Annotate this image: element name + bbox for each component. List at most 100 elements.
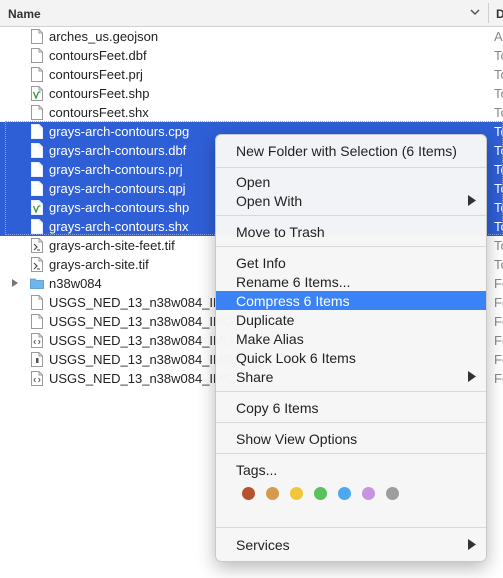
submenu-arrow-icon: [468, 371, 476, 382]
menu-item-open-with[interactable]: Open With: [216, 191, 486, 210]
file-date: To: [494, 86, 503, 101]
file-row[interactable]: contoursFeet.shx To: [0, 103, 503, 122]
file-date: Fe: [494, 314, 503, 329]
shapefile-icon: [31, 200, 43, 215]
menu-item-share[interactable]: Share: [216, 367, 486, 386]
file-row[interactable]: contoursFeet.prj To: [0, 65, 503, 84]
file-name: grays-arch-contours.dbf: [49, 143, 187, 158]
menu-item-get-info[interactable]: Get Info: [216, 253, 486, 272]
menu-item-label: Duplicate: [236, 312, 295, 328]
generic-file-icon: [31, 295, 43, 310]
folder-icon: [30, 278, 44, 289]
file-name: contoursFeet.shp: [49, 86, 150, 101]
file-date: Fe: [494, 352, 503, 367]
file-name: grays-arch-site-feet.tif: [49, 238, 175, 253]
menu-item-show-view-options[interactable]: Show View Options: [216, 429, 486, 448]
file-date: To: [494, 143, 503, 158]
column-header: Name D: [0, 0, 503, 27]
menu-item-label: Quick Look 6 Items: [236, 350, 356, 366]
menu-item-label: Rename 6 Items...: [236, 274, 351, 290]
file-date: Au: [494, 29, 503, 44]
file-name: USGS_NED_13_n38w084_IMG: [49, 371, 234, 386]
menu-item-label: Open: [236, 174, 271, 190]
menu-item-label: New Folder with Selection (6 Items): [236, 143, 457, 159]
menu-item-services[interactable]: Services: [216, 535, 486, 554]
file-name: arches_us.geojson: [49, 29, 159, 44]
shapefile-icon: [31, 86, 43, 101]
menu-item-label: Move to Trash: [236, 224, 325, 240]
submenu-arrow-icon: [468, 539, 476, 550]
menu-item-label: Open With: [236, 193, 303, 209]
menu-item-quick-look[interactable]: Quick Look 6 Items: [216, 348, 486, 367]
menu-item-compress[interactable]: Compress 6 Items: [216, 291, 486, 310]
file-date: To: [494, 67, 503, 82]
menu-item-label: Get Info: [236, 255, 286, 271]
submenu-arrow-icon: [468, 195, 476, 206]
tag-red-dot[interactable]: [242, 487, 255, 500]
generic-file-icon: [31, 105, 43, 120]
tag-purple-dot[interactable]: [362, 487, 375, 500]
menu-separator: [216, 453, 486, 454]
file-name: grays-arch-contours.shp: [49, 200, 190, 215]
tag-yellow-dot[interactable]: [290, 487, 303, 500]
generic-file-icon: [31, 124, 43, 139]
menu-item-new-folder-with-selection[interactable]: New Folder with Selection (6 Items): [216, 141, 486, 160]
menu-separator: [216, 215, 486, 216]
file-name: grays-arch-contours.prj: [49, 162, 183, 177]
file-name: n38w084: [49, 276, 102, 291]
date-column-header[interactable]: D: [496, 7, 503, 21]
menu-item-label: Compress 6 Items: [236, 293, 350, 309]
generic-file-icon: [31, 67, 43, 82]
file-date: To: [494, 200, 503, 215]
menu-item-tags[interactable]: Tags...: [216, 460, 486, 479]
generic-file-icon: [31, 162, 43, 177]
tag-gray-dot[interactable]: [386, 487, 399, 500]
menu-separator: [216, 422, 486, 423]
file-date: To: [494, 162, 503, 177]
file-date: Fe: [494, 276, 503, 291]
file-name: grays-arch-contours.qpj: [49, 181, 186, 196]
file-date: To: [494, 181, 503, 196]
file-name: contoursFeet.shx: [49, 105, 149, 120]
generic-file-icon: [31, 314, 43, 329]
file-date: Fe: [494, 333, 503, 348]
file-name: contoursFeet.dbf: [49, 48, 147, 63]
menu-item-duplicate[interactable]: Duplicate: [216, 310, 486, 329]
menu-separator: [216, 391, 486, 392]
column-divider[interactable]: [488, 3, 489, 23]
file-name: grays-arch-contours.cpg: [49, 124, 190, 139]
disclosure-triangle-icon[interactable]: [10, 278, 20, 288]
generic-file-icon: [31, 48, 43, 63]
tag-blue-dot[interactable]: [338, 487, 351, 500]
file-date: Fe: [494, 295, 503, 310]
name-column-header[interactable]: Name: [8, 7, 41, 21]
menu-item-make-alias[interactable]: Make Alias: [216, 329, 486, 348]
menu-item-move-to-trash[interactable]: Move to Trash: [216, 222, 486, 241]
menu-item-copy[interactable]: Copy 6 Items: [216, 398, 486, 417]
menu-item-open[interactable]: Open: [216, 172, 486, 191]
generic-file-icon: [31, 181, 43, 196]
file-row[interactable]: contoursFeet.shp To: [0, 84, 503, 103]
generic-file-icon: [31, 219, 43, 234]
menu-item-label: Tags...: [236, 462, 278, 478]
file-row[interactable]: arches_us.geojson Au: [0, 27, 503, 46]
file-date: To: [494, 48, 503, 63]
file-name: USGS_NED_13_n38w084_IMG: [49, 333, 234, 348]
generic-file-icon: [31, 143, 43, 158]
menu-item-label: Copy 6 Items: [236, 400, 319, 416]
file-row[interactable]: contoursFeet.dbf To: [0, 46, 503, 65]
tif-file-icon: [31, 238, 43, 253]
menu-separator: [216, 246, 486, 247]
tag-orange-dot[interactable]: [266, 487, 279, 500]
context-menu: New Folder with Selection (6 Items) Open…: [215, 134, 487, 562]
chevron-down-icon[interactable]: [468, 5, 482, 19]
tif-file-icon: [31, 257, 43, 272]
menu-item-label: Show View Options: [236, 431, 358, 447]
generic-file-icon: [31, 29, 43, 44]
archive-file-icon: [31, 352, 43, 367]
file-date: Fe: [494, 371, 503, 386]
tag-green-dot[interactable]: [314, 487, 327, 500]
menu-item-rename[interactable]: Rename 6 Items...: [216, 272, 486, 291]
file-date: To: [494, 219, 503, 234]
code-file-icon: [31, 333, 43, 348]
